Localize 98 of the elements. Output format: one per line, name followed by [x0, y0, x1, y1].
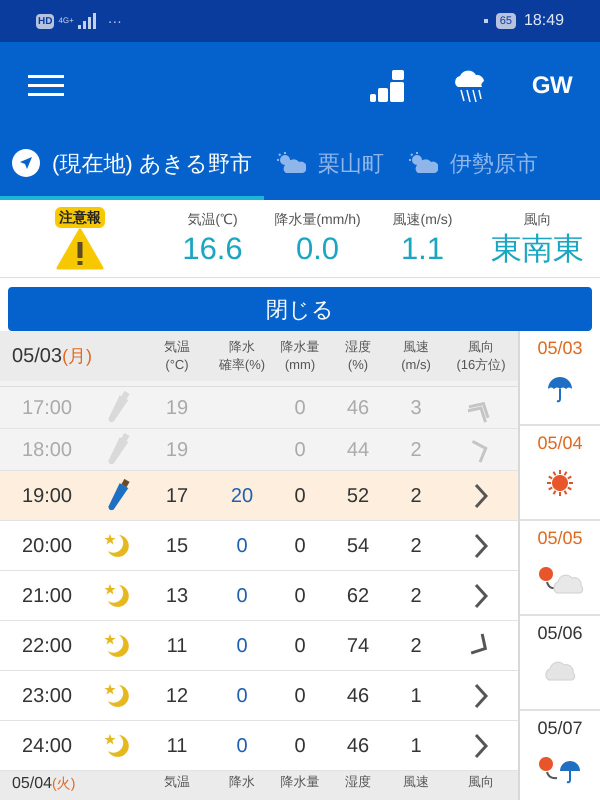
- hour-time: 21:00: [20, 584, 74, 608]
- precip-amount: 0: [293, 634, 307, 658]
- column-header: 風向 (16方位): [455, 338, 507, 374]
- more-text: ···: [108, 12, 122, 30]
- column-header: 風速 (m/s): [400, 338, 432, 374]
- warning-icon: [56, 228, 104, 270]
- day-date: 05/04: [12, 775, 52, 793]
- reading-label: 降水量(mm/h): [274, 210, 361, 229]
- clock-time: 18:49: [524, 11, 564, 31]
- wind-speed: 3: [409, 396, 423, 420]
- precip-probability: 0: [236, 584, 248, 608]
- humidity: 46: [346, 684, 370, 708]
- day-item[interactable]: 05/07: [520, 711, 600, 800]
- wind-speed: 2: [409, 484, 423, 508]
- hour-time: 20:00: [20, 534, 74, 558]
- cloud-icon: [543, 659, 577, 681]
- day-date: 05/03: [12, 344, 62, 369]
- temperature: 11: [166, 734, 188, 758]
- hour-time: 23:00: [20, 684, 74, 708]
- battery-level: 65: [496, 12, 516, 30]
- humidity: 54: [346, 534, 370, 558]
- temperature: 19: [164, 438, 190, 462]
- advisory-badge: 注意報: [55, 207, 105, 228]
- precip-probability: 0: [236, 534, 248, 558]
- sun-cloud-icon: [276, 152, 306, 174]
- day-date: 05/07: [537, 717, 583, 740]
- temperature: 15: [164, 534, 190, 558]
- temperature: 13: [164, 584, 190, 608]
- reading-value: 0.0: [296, 230, 340, 268]
- precip-amount: 0: [293, 584, 307, 608]
- signal-icon: [78, 13, 96, 29]
- column-header: 気温 (°C): [163, 338, 191, 374]
- hour-time: 19:00: [20, 484, 74, 508]
- column-header: 気温: [163, 774, 191, 790]
- wind-speed: 2: [409, 634, 423, 658]
- wind-speed: 1: [409, 734, 423, 758]
- column-header: 風向: [467, 774, 495, 790]
- status-text: 4G+: [58, 15, 74, 27]
- sun-icon: [546, 469, 574, 497]
- day-date: 05/05: [537, 527, 583, 550]
- precip-probability: 0: [236, 634, 248, 658]
- day-item[interactable]: 05/03: [520, 331, 600, 426]
- day-item[interactable]: 05/05: [520, 521, 600, 616]
- umbrella-icon: [545, 374, 575, 404]
- menu-icon[interactable]: [28, 75, 64, 97]
- precip-amount: 0: [293, 534, 307, 558]
- temperature: 11: [166, 634, 188, 658]
- day-weekday: (月): [62, 345, 92, 368]
- reading-label: 気温(℃): [187, 210, 238, 229]
- precip-probability: 0: [236, 734, 248, 758]
- column-header: 湿度: [344, 774, 372, 790]
- day-date: 05/04: [537, 432, 583, 455]
- gw-button[interactable]: GW: [532, 68, 572, 104]
- humidity: 46: [346, 734, 370, 758]
- hour-time: 24:00: [20, 734, 74, 758]
- precip-amount: 0: [293, 484, 307, 508]
- precip-amount: 0: [293, 684, 307, 708]
- sun-cloud-icon: [408, 152, 438, 174]
- wind-speed: 2: [409, 534, 423, 558]
- status-text: HD: [36, 14, 54, 28]
- column-header: 風速: [402, 774, 430, 790]
- humidity: 62: [346, 584, 370, 608]
- column-header: 降水量 (mm): [280, 338, 320, 374]
- humidity: 46: [346, 396, 370, 420]
- wind-speed: 2: [409, 584, 423, 608]
- close-button[interactable]: 閉じる: [8, 287, 592, 331]
- reading-label: 風速(m/s): [392, 210, 452, 229]
- hour-time: 22:00: [20, 634, 74, 658]
- humidity: 74: [346, 634, 370, 658]
- temperature: 12: [164, 684, 190, 708]
- day-date: 05/06: [537, 622, 583, 645]
- day-item[interactable]: 05/06: [520, 616, 600, 711]
- precip-probability: 20: [230, 484, 254, 508]
- column-header: 降水量: [280, 774, 320, 790]
- blocks-icon[interactable]: [370, 70, 404, 102]
- precip-amount: 0: [293, 438, 307, 462]
- day-date: 05/03: [537, 337, 583, 360]
- day-item[interactable]: 05/04: [520, 426, 600, 521]
- location-tab[interactable]: (現在地) あきる野市: [0, 130, 264, 200]
- temperature: 19: [164, 396, 190, 420]
- reading-value: 16.6: [182, 230, 243, 268]
- hour-time: 18:00: [20, 438, 74, 462]
- column-header: 降水 確率(%): [218, 338, 266, 374]
- precip-probability: 0: [236, 684, 248, 708]
- column-header: 降水: [228, 774, 256, 790]
- humidity: 52: [346, 484, 370, 508]
- day-weekday: (火): [52, 774, 76, 792]
- temperature: 17: [164, 484, 190, 508]
- precip-amount: 0: [293, 734, 307, 758]
- wind-speed: 2: [409, 438, 423, 462]
- hour-time: 17:00: [20, 396, 74, 420]
- reading-value: 東南東: [491, 230, 584, 268]
- wind-speed: 1: [409, 684, 423, 708]
- reading-label: 風向: [524, 210, 552, 229]
- humidity: 44: [346, 438, 370, 462]
- precip-amount: 0: [293, 396, 307, 420]
- column-header: 湿度 (%): [344, 338, 372, 374]
- reading-value: 1.1: [400, 230, 444, 268]
